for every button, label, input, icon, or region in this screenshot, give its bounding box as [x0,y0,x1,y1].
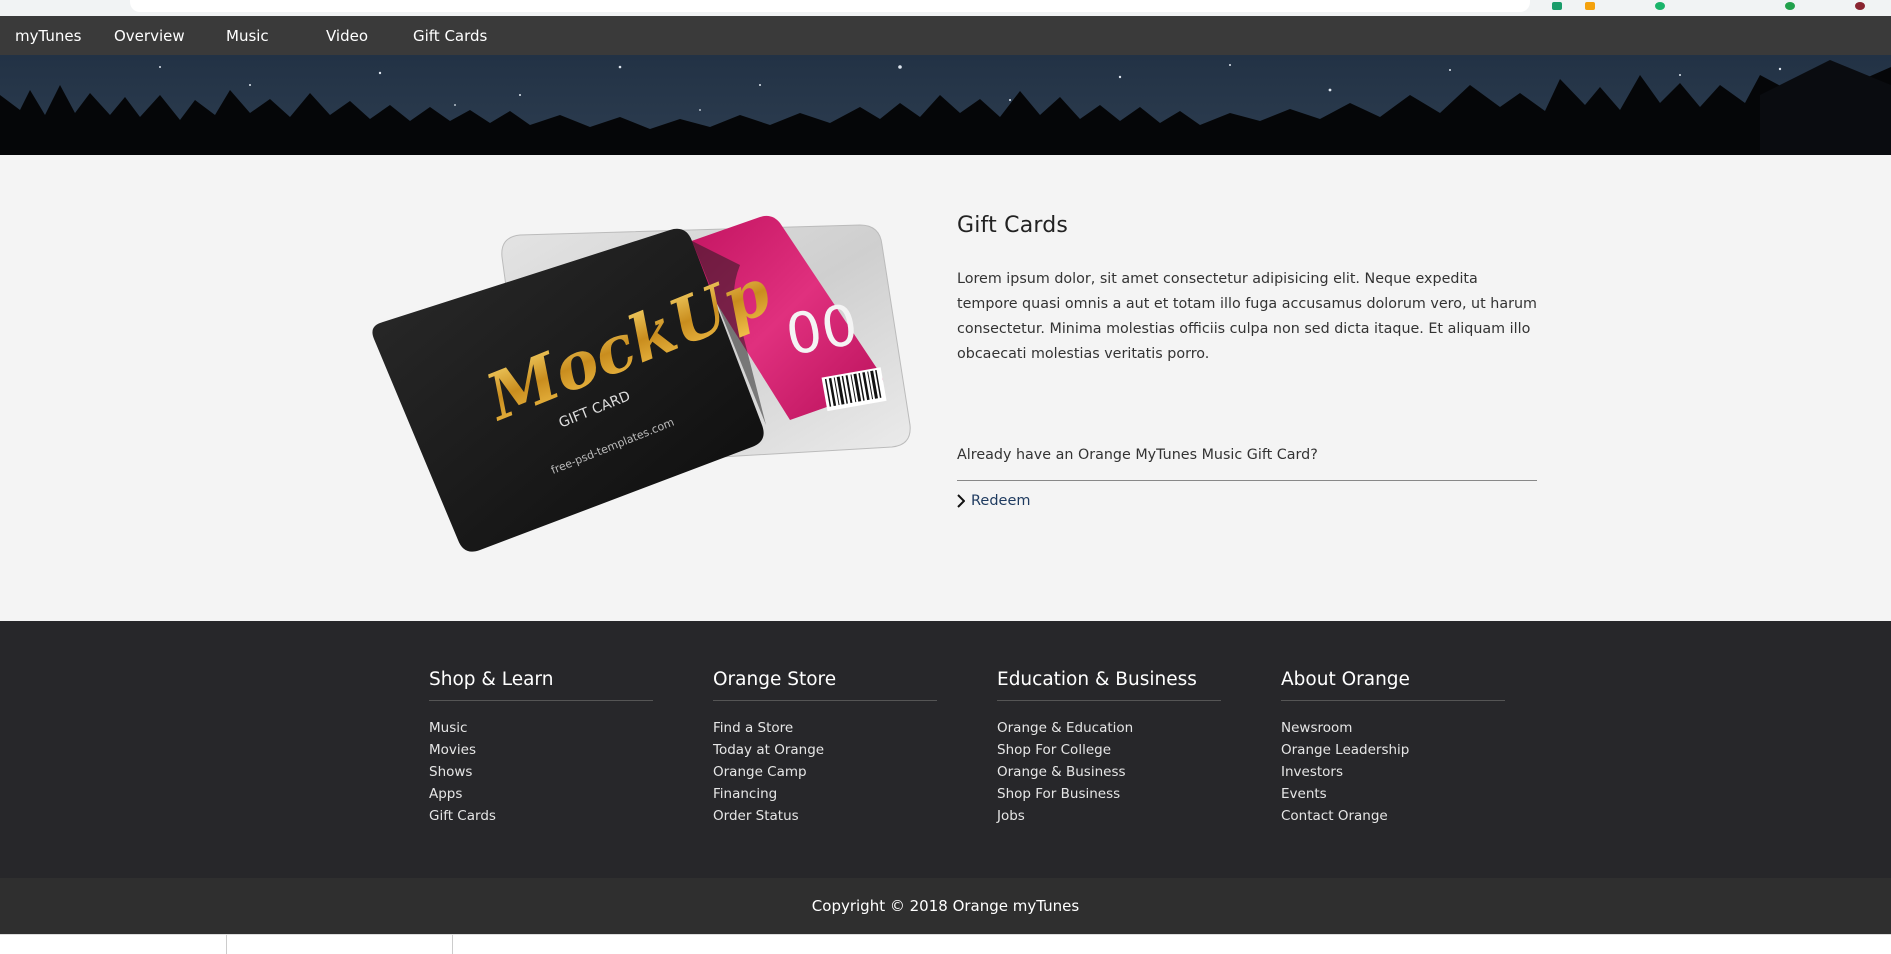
footer-link[interactable]: Shop For Business [997,786,1120,802]
nav-gift-cards[interactable]: Gift Cards [413,27,487,45]
footer-link[interactable]: Orange Leadership [1281,742,1409,758]
divider [957,480,1537,481]
footer-column-shop-learn: Shop & Learn Music Movies Shows Apps Gif… [429,669,653,827]
extension-icon[interactable] [1552,2,1562,10]
footer-link[interactable]: Music [429,720,467,736]
footer-column-title: Shop & Learn [429,669,653,701]
browser-toolbar [0,0,1891,17]
top-navigation: myTunes Overview Music Video Gift Cards [0,16,1891,55]
footer-link[interactable]: Apps [429,786,462,802]
gift-card-image: 00 MockUp GIFT CARD free-psd-templates.c… [370,205,930,575]
brand-link[interactable]: myTunes [15,27,81,45]
footer-link[interactable]: Order Status [713,808,799,824]
footer-link[interactable]: Shows [429,764,472,780]
section-description: Lorem ipsum dolor, sit amet consectetur … [957,271,1537,362]
section-title: Gift Cards [957,213,1069,238]
footer-link[interactable]: Movies [429,742,476,758]
footer-link[interactable]: Newsroom [1281,720,1352,736]
footer-column-title: Orange Store [713,669,937,701]
footer-column-orange-store: Orange Store Find a Store Today at Orang… [713,669,937,827]
footer-link[interactable]: Jobs [997,808,1025,824]
copyright-bar: Copyright © 2018 Orange myTunes [0,878,1891,934]
address-bar[interactable] [130,0,1530,12]
footer-link[interactable]: Investors [1281,764,1343,780]
divider [226,935,227,954]
redeem-link[interactable]: Redeem [957,493,1031,509]
nav-music[interactable]: Music [226,27,269,45]
nav-overview[interactable]: Overview [114,27,185,45]
footer-column-education-business: Education & Business Orange & Education … [997,669,1221,827]
footer-link[interactable]: Shop For College [997,742,1111,758]
footer-link[interactable]: Find a Store [713,720,793,736]
profile-icon[interactable] [1855,2,1865,10]
nav-video[interactable]: Video [326,27,368,45]
footer-link[interactable]: Events [1281,786,1327,802]
footer-link[interactable]: Orange Camp [713,764,807,780]
copyright-text: Copyright © 2018 Orange myTunes [811,897,1080,915]
redeem-question: Already have an Orange MyTunes Music Gif… [957,447,1318,463]
browser-download-bar [0,934,1891,954]
footer-link[interactable]: Gift Cards [429,808,496,824]
gift-card-info: Gift Cards Lorem ipsum dolor, sit amet c… [957,213,1537,509]
gift-card-section: 00 MockUp GIFT CARD free-psd-templates.c… [0,155,1891,621]
extension-icon[interactable] [1585,2,1595,10]
footer-column-title: Education & Business [997,669,1221,701]
footer-column-title: About Orange [1281,669,1505,701]
night-forest-image [0,55,1891,155]
extension-icon[interactable] [1655,2,1665,10]
chevron-right-icon [957,494,965,508]
footer-column-about-orange: About Orange Newsroom Orange Leadership … [1281,669,1505,827]
footer-link[interactable]: Orange & Business [997,764,1126,780]
gift-card-mockup-illustration: 00 MockUp GIFT CARD free-psd-templates.c… [372,215,911,552]
footer-link[interactable]: Today at Orange [713,742,824,758]
hero-banner [0,55,1891,155]
footer-link[interactable]: Orange & Education [997,720,1133,736]
extension-icon[interactable] [1785,2,1795,10]
redeem-label: Redeem [971,493,1031,509]
footer-link[interactable]: Contact Orange [1281,808,1388,824]
site-footer: Shop & Learn Music Movies Shows Apps Gif… [0,621,1891,878]
divider [452,935,453,954]
gift-card-value-text: 00 [781,292,862,368]
footer-link[interactable]: Financing [713,786,777,802]
